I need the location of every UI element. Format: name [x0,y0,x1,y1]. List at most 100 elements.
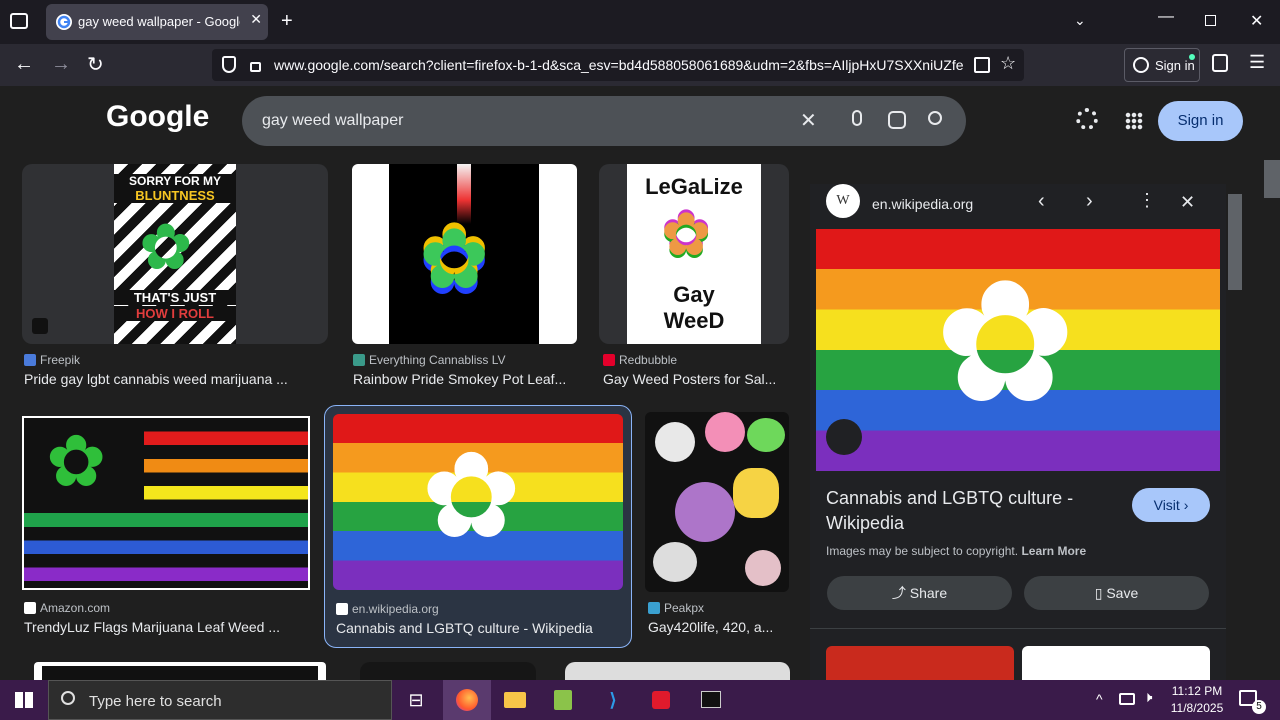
result-caption[interactable]: Gay Weed Posters for Sal... [603,371,789,387]
visit-button[interactable]: Visit › [1132,488,1210,522]
visit-label: Visit [1153,497,1180,513]
result-source-label: en.wikipedia.org [352,602,439,616]
close-tab-icon[interactable]: ✕ [250,11,262,28]
system-clock[interactable]: 11:12 PM 11/8/2025 [1166,683,1228,717]
chevron-down-icon[interactable]: ⌄ [1074,12,1086,29]
lens-search-icon[interactable] [826,419,862,455]
redbubble-text-mid: Gay [673,282,715,307]
google-logo[interactable]: Google [106,100,209,134]
page-scrollbar[interactable] [1264,160,1280,680]
vscode-icon[interactable]: ⟩ [589,680,637,720]
cannabis-leaf-icon: ✿ [46,422,107,502]
preview-image[interactable]: ✿ [816,229,1220,471]
redbubble-text-top: LeGaLize [645,174,743,199]
shield-icon[interactable] [222,56,236,73]
image-result-partial[interactable] [565,662,790,680]
cannabis-leaf-icon: ✿ [139,211,193,283]
next-icon[interactable]: › [1086,190,1093,213]
share-icon: ⤴ [891,585,906,601]
notification-dot [1189,54,1195,60]
account-icon [1133,57,1149,73]
terminal-icon[interactable] [687,680,735,720]
image-result-redbubble[interactable]: LeGaLize ✿ Gay WeeD [599,164,789,344]
extensions-icon[interactable] [1212,54,1228,72]
collage-blob [745,550,781,586]
lock-icon[interactable] [250,62,261,72]
previous-icon[interactable]: ‹ [1038,190,1045,213]
result-caption[interactable]: Cannabis and LGBTQ culture - Wikipedia [336,620,626,636]
image-preview-panel: W en.wikipedia.org ‹ › ⋮ ✕ ✿ Cannabis an… [810,184,1226,680]
result-caption[interactable]: TrendyLuz Flags Marijuana Leaf Weed ... [24,619,314,635]
reload-icon[interactable]: ↻ [87,52,104,77]
selected-result-highlight[interactable]: ✿ en.wikipedia.org Cannabis and LGBTQ cu… [324,405,632,648]
result-source: Freepik [24,353,324,367]
learn-more-link[interactable]: Learn More [1021,544,1086,558]
image-result-peakpx[interactable] [645,412,789,592]
image-result-amazon[interactable]: ✿ [22,416,310,590]
minimize-icon[interactable]: — [1158,8,1174,26]
browser-tab-bar: gay weed wallpaper - Google Search ✕ + ⌄… [0,0,1280,44]
copyright-notice: Images may be subject to copyright. Lear… [826,544,1086,558]
forward-icon[interactable]: → [51,53,71,76]
related-image-partial[interactable] [826,646,1014,680]
related-image-partial[interactable] [1022,646,1210,680]
search-box[interactable]: gay weed wallpaper ✕ [242,96,966,146]
lens-icon[interactable] [888,111,906,129]
browser-tab[interactable]: gay weed wallpaper - Google Search ✕ [46,4,268,40]
preview-title[interactable]: Cannabis and LGBTQ culture - Wikipedia [826,486,1116,536]
volume-muted-icon[interactable]: 🕨 [1143,689,1152,706]
microphone-icon[interactable] [852,110,862,126]
browser-sign-in-label: Sign in [1155,58,1195,73]
share-button[interactable]: ⤴ Share [827,576,1012,610]
back-icon[interactable]: ← [14,53,34,76]
tab-list-icon[interactable] [10,13,28,29]
result-caption[interactable]: Gay420life, 420, a... [648,619,790,635]
close-window-icon[interactable]: ✕ [1250,11,1263,31]
image-result-freepik[interactable]: SORRY FOR MY BLUNTNESS ✿ THAT'S JUST HOW… [22,164,328,344]
image-result-partial[interactable] [34,662,326,680]
settings-gear-icon[interactable] [1076,108,1098,130]
collage-blob [675,482,735,542]
notepad-icon[interactable] [539,680,587,720]
magnifier-icon [61,691,75,705]
address-bar[interactable]: www.google.com/search?client=firefox-b-1… [212,49,1024,81]
app-icon[interactable] [637,680,685,720]
firefox-icon[interactable] [443,680,491,720]
panel-scrollbar[interactable] [1228,194,1242,654]
result-source-label: Redbubble [619,353,678,367]
image-result-partial[interactable] [360,662,536,680]
browser-sign-in-button[interactable]: Sign in [1124,48,1200,82]
search-icon[interactable] [928,111,942,125]
tray-chevron-icon[interactable]: ^ [1096,691,1103,707]
windows-start-icon[interactable] [15,692,33,708]
restore-icon[interactable] [1205,15,1216,26]
close-preview-icon[interactable]: ✕ [1180,192,1195,213]
search-input[interactable]: gay weed wallpaper [262,112,403,130]
new-tab-icon[interactable]: + [281,10,293,33]
result-source: Peakpx [648,601,798,615]
taskbar-search-box[interactable]: Type here to search [48,680,392,720]
result-caption[interactable]: Pride gay lgbt cannabis weed marijuana .… [24,371,324,387]
url-text[interactable]: www.google.com/search?client=firefox-b-1… [274,57,964,73]
result-source: Everything Cannabliss LV [353,353,583,367]
bookmark-star-icon[interactable]: ☆ [1000,53,1016,74]
preview-site[interactable]: en.wikipedia.org [872,196,973,212]
amazon-favicon-icon [24,602,36,614]
network-icon[interactable] [1119,693,1135,705]
save-button[interactable]: ▯ Save [1024,576,1209,610]
result-caption[interactable]: Rainbow Pride Smokey Pot Leaf... [353,371,579,387]
task-view-icon[interactable]: ⊟ [392,680,440,720]
notepad-shape [554,690,572,710]
taskbar-search-placeholder[interactable]: Type here to search [89,693,222,710]
apps-grid-icon[interactable] [1125,112,1143,130]
download-page-icon[interactable] [974,57,990,73]
panel-scrollbar-thumb[interactable] [1228,194,1242,290]
page-scrollbar-thumb[interactable] [1264,160,1280,198]
image-result-wikipedia[interactable]: ✿ [333,414,623,590]
menu-icon[interactable]: ☰ [1249,52,1265,73]
file-explorer-icon[interactable] [491,680,539,720]
google-sign-in-button[interactable]: Sign in [1158,101,1243,141]
clear-icon[interactable]: ✕ [800,108,817,133]
more-options-icon[interactable]: ⋮ [1138,190,1156,211]
image-result-everything-cannabliss[interactable]: ✿ [352,164,577,344]
